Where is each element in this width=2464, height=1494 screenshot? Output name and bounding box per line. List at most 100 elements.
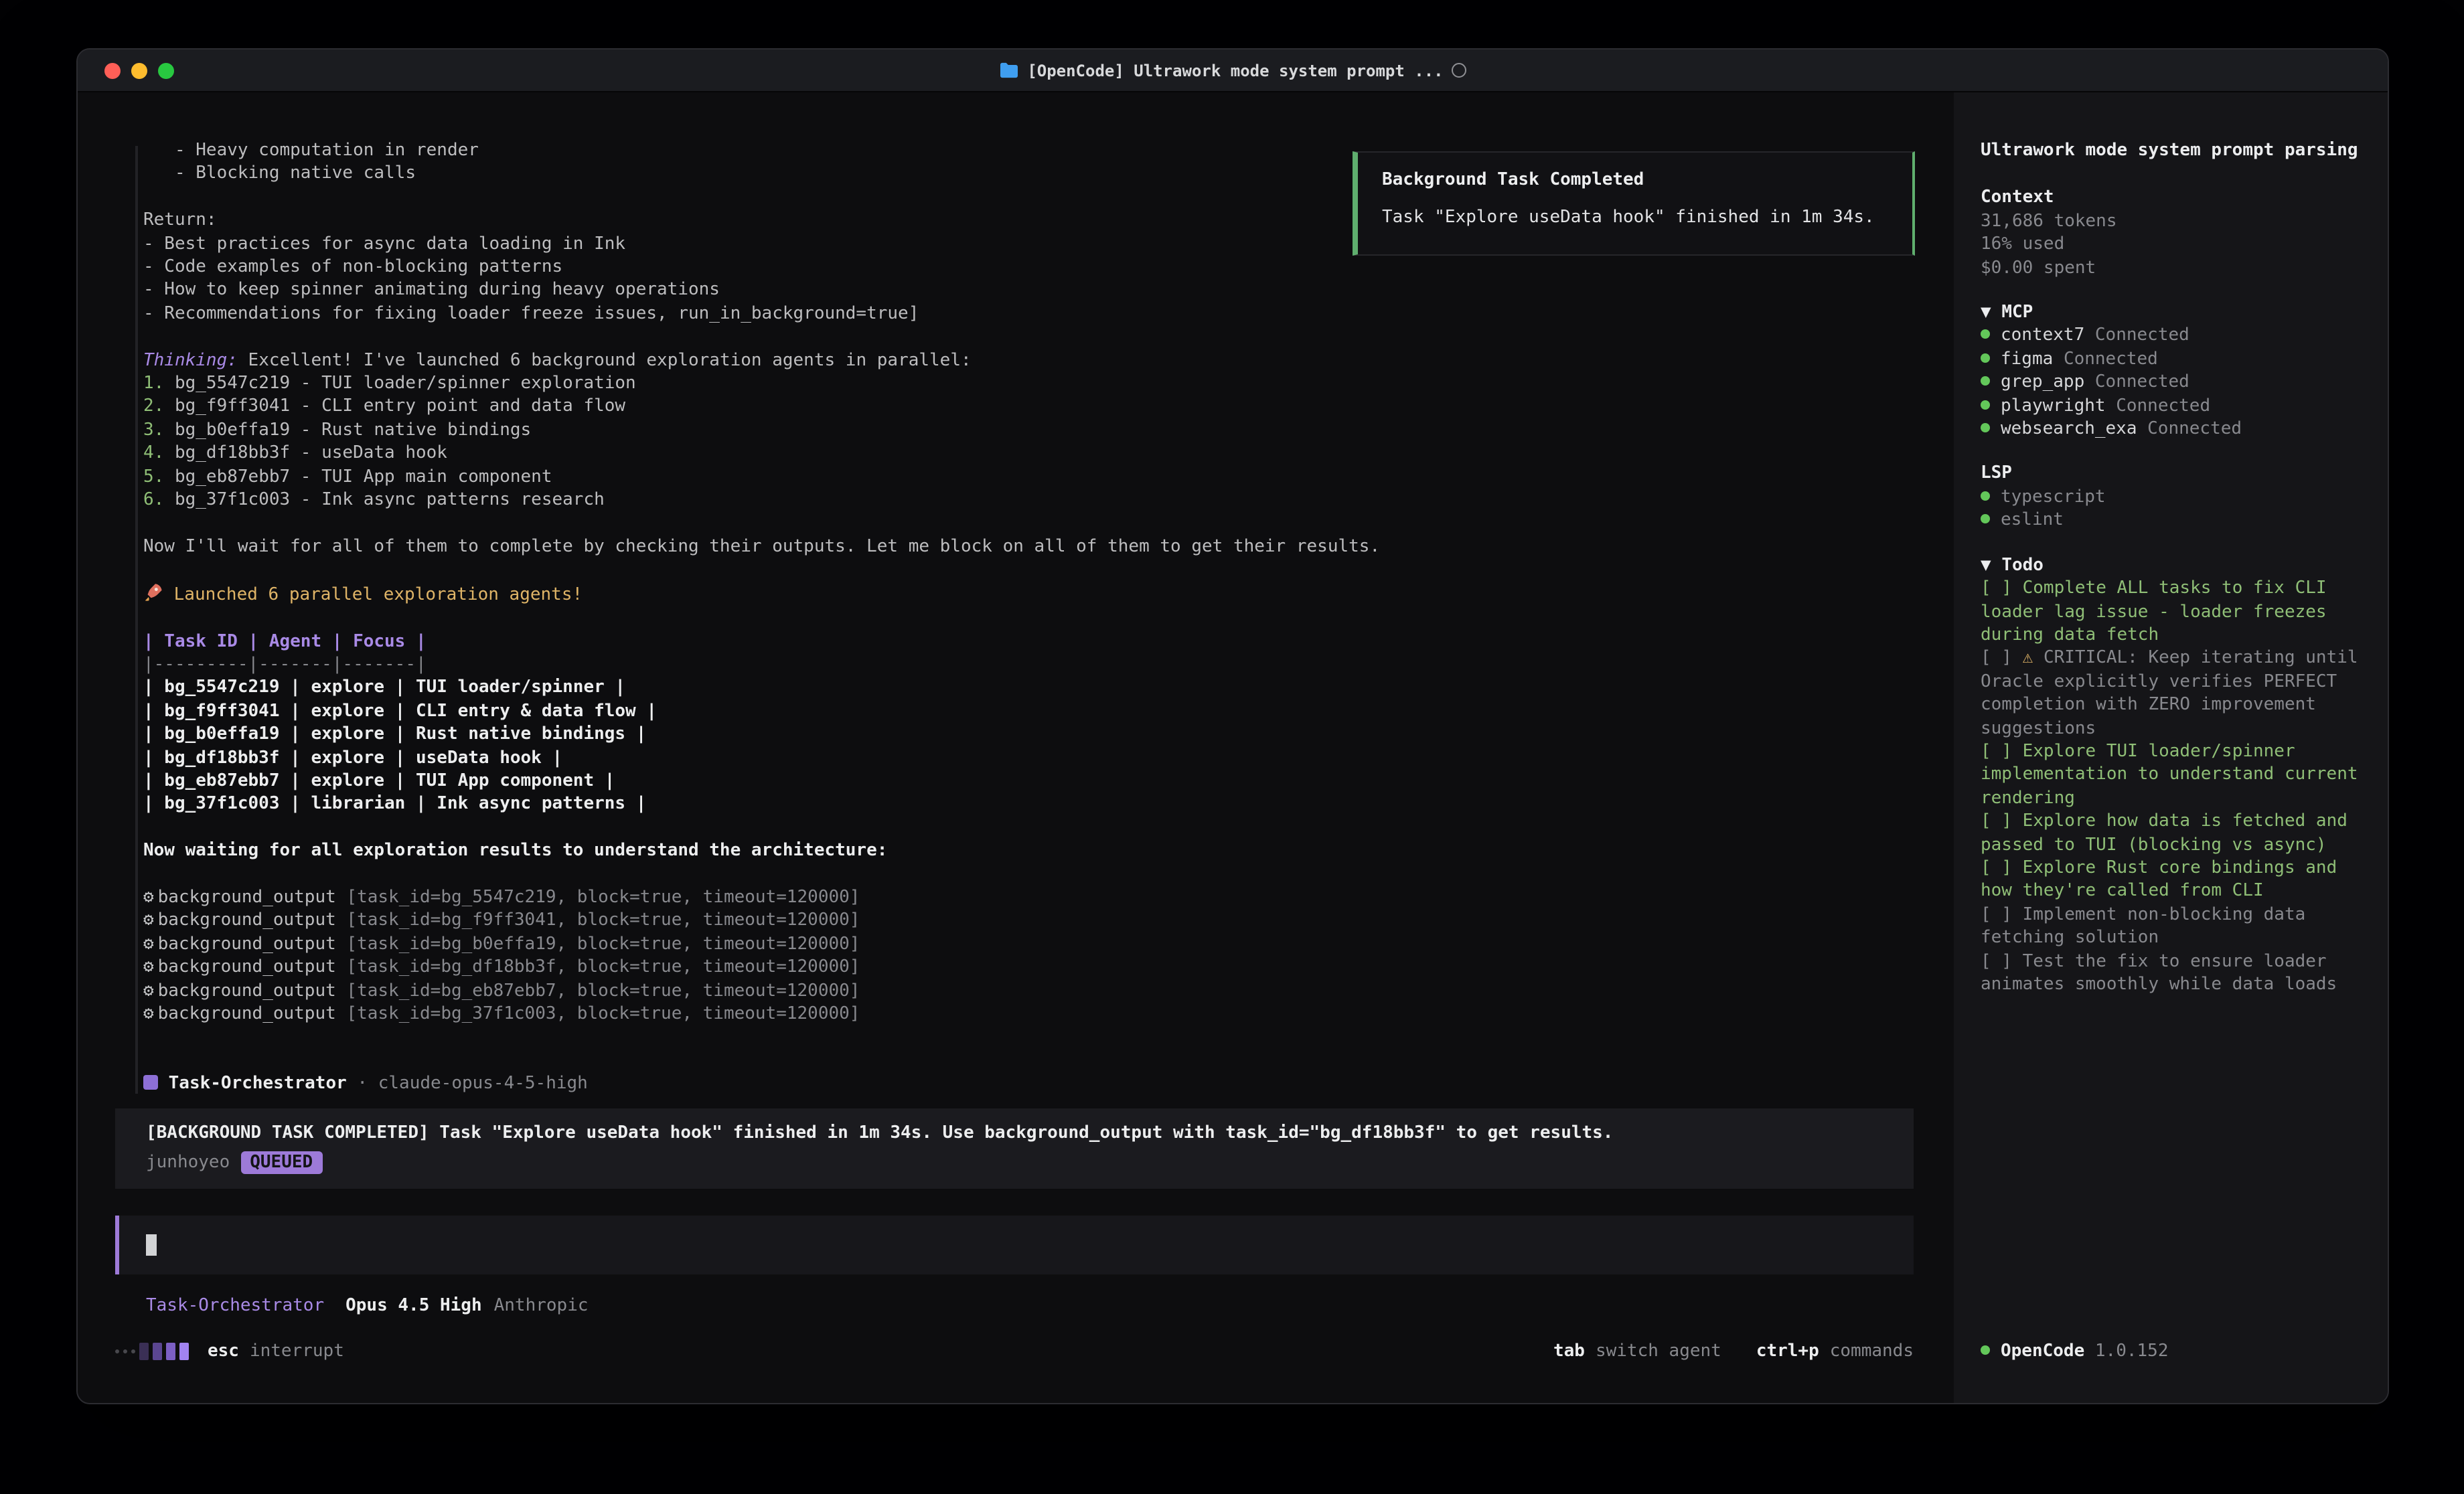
- terminal-line: - How to keep spinner animating during h…: [143, 279, 1954, 303]
- todo-item[interactable]: [ ] Explore TUI loader/spinner implement…: [1981, 740, 2364, 810]
- zoom-button[interactable]: [158, 62, 174, 78]
- todo-checkbox: [ ]: [1981, 811, 2023, 831]
- todo-text: Explore TUI loader/spinner implementatio…: [1981, 742, 2358, 809]
- terminal-line: [143, 606, 1954, 630]
- progress-spinner: [115, 1343, 189, 1360]
- collapse-icon[interactable]: ▼: [1981, 555, 1991, 575]
- todo-item[interactable]: [ ] Explore how data is fetched and pass…: [1981, 810, 2364, 857]
- todo-item[interactable]: [ ] Explore Rust core bindings and how t…: [1981, 857, 2364, 904]
- connected-dot-icon: [1981, 330, 1990, 339]
- rocket-icon: [143, 582, 163, 606]
- provider-name: Anthropic: [494, 1297, 589, 1317]
- collapse-icon[interactable]: ▼: [1981, 303, 1991, 323]
- terminal-line: [143, 559, 1954, 582]
- folder-icon: [999, 62, 1019, 79]
- prompt-input[interactable]: [115, 1216, 1914, 1275]
- gear-icon: ⚙: [143, 1003, 154, 1026]
- todo-checkbox: [ ]: [1981, 905, 2023, 925]
- session-title: Ultrawork mode system prompt parsing: [1981, 139, 2364, 163]
- terminal-line: 3. bg_b0effa19 - Rust native bindings: [143, 419, 1954, 442]
- context-used: 16% used: [1981, 233, 2364, 256]
- terminal-line: ⚙background_output [task_id=bg_b0effa19,…: [143, 933, 1954, 957]
- terminal-line: 6. bg_37f1c003 - Ink async patterns rese…: [143, 489, 1954, 512]
- desktop: [OpenCode] Ultrawork mode system prompt …: [0, 0, 2464, 1494]
- terminal-output: - Heavy computation in render - Blocking…: [115, 139, 1954, 1096]
- terminal-line: Thinking: Excellent! I've launched 6 bac…: [143, 349, 1954, 372]
- window-titlebar[interactable]: [OpenCode] Ultrawork mode system prompt …: [78, 50, 2388, 92]
- terminal-line: - Recommendations for fixing loader free…: [143, 303, 1954, 326]
- text-cursor: [146, 1234, 157, 1256]
- todo-heading[interactable]: ▼ Todo: [1981, 554, 2364, 577]
- lsp-item: eslint: [1981, 509, 2364, 533]
- agent-name[interactable]: Task-Orchestrator: [146, 1297, 324, 1317]
- connected-dot-icon: [1981, 377, 1990, 386]
- todo-item[interactable]: [ ] Implement non-blocking data fetching…: [1981, 904, 2364, 950]
- todo-text: Explore Rust core bindings and how they'…: [1981, 858, 2337, 902]
- mcp-list: context7 Connectedfigma Connectedgrep_ap…: [1981, 325, 2364, 441]
- lsp-list: typescripteslint: [1981, 486, 2364, 533]
- todo-checkbox: [ ]: [1981, 578, 2023, 598]
- terminal-line: [143, 512, 1954, 535]
- context-section: Context 31,686 tokens 16% used $0.00 spe…: [1981, 187, 2364, 280]
- todo-checkbox: [ ]: [1981, 951, 2023, 971]
- tab-key[interactable]: tab: [1553, 1339, 1585, 1363]
- esc-key[interactable]: esc: [208, 1339, 239, 1363]
- terminal-line: | bg_37f1c003 | librarian | Ink async pa…: [143, 793, 1954, 817]
- terminal-line: | bg_eb87ebb7 | explore | TUI App compon…: [143, 770, 1954, 793]
- connected-dot-icon: [1981, 400, 1990, 409]
- status-dot-icon: [1981, 1345, 1990, 1354]
- terminal-line: [143, 1050, 1954, 1073]
- ctrlp-key[interactable]: ctrl+p: [1756, 1339, 1819, 1363]
- window-title-area: [OpenCode] Ultrawork mode system prompt …: [78, 50, 2388, 91]
- background-task-banner: [BACKGROUND TASK COMPLETED] Task "Explor…: [115, 1108, 1914, 1189]
- terminal-line: | bg_b0effa19 | explore | Rust native bi…: [143, 723, 1954, 746]
- todo-item[interactable]: [ ] Test the fix to ensure loader animat…: [1981, 950, 2364, 997]
- close-button[interactable]: [104, 62, 121, 78]
- terminal-line: ⚙background_output [task_id=bg_df18bb3f,…: [143, 956, 1954, 979]
- connected-dot-icon: [1981, 515, 1990, 524]
- traffic-lights: [78, 62, 174, 78]
- todo-item[interactable]: [ ] ⚠ CRITICAL: Keep iterating until Ora…: [1981, 647, 2364, 740]
- terminal-line: 5. bg_eb87ebb7 - TUI App main component: [143, 465, 1954, 489]
- terminal-line: |---------|-------|-------|: [143, 653, 1954, 677]
- esc-label: interrupt: [250, 1339, 344, 1363]
- todo-list: [ ] Complete ALL tasks to fix CLI loader…: [1981, 577, 2364, 997]
- connected-dot-icon: [1981, 423, 1990, 432]
- todo-text: Test the fix to ensure loader animates s…: [1981, 951, 2337, 995]
- notification-title: Background Task Completed: [1382, 170, 1888, 190]
- minimize-button[interactable]: [131, 62, 147, 78]
- notification-toast[interactable]: Background Task Completed Task "Explore …: [1353, 151, 1915, 256]
- notification-message: Task "Explore useData hook" finished in …: [1382, 208, 1888, 228]
- terminal-line: 2. bg_f9ff3041 - CLI entry point and dat…: [143, 396, 1954, 419]
- mcp-item: grep_app Connected: [1981, 371, 2364, 395]
- terminal-line: Now I'll wait for all of them to complet…: [143, 535, 1954, 559]
- banner-text: [BACKGROUND TASK COMPLETED] Task "Explor…: [146, 1121, 1883, 1145]
- terminal-line: 1. bg_5547c219 - TUI loader/spinner expl…: [143, 372, 1954, 396]
- terminal-line: ⚙background_output [task_id=bg_37f1c003,…: [143, 1003, 1954, 1026]
- terminal-line: ⚙background_output [task_id=bg_f9ff3041,…: [143, 910, 1954, 933]
- connected-dot-icon: [1981, 353, 1990, 363]
- app-name: OpenCode: [2001, 1341, 2084, 1361]
- terminal-line: 4. bg_df18bb3f - useData hook: [143, 442, 1954, 466]
- gear-icon: ⚙: [143, 956, 154, 979]
- mcp-item: figma Connected: [1981, 348, 2364, 371]
- todo-item[interactable]: [ ] Complete ALL tasks to fix CLI loader…: [1981, 577, 2364, 647]
- banner-meta: junhoyeo QUEUED: [146, 1151, 1883, 1175]
- connected-dot-icon: [1981, 491, 1990, 501]
- terminal-line: - Code examples of non-blocking patterns: [143, 256, 1954, 279]
- terminal-line: Task-Orchestrator · claude-opus-4-5-high: [143, 1073, 1954, 1096]
- agent-icon: [143, 1073, 158, 1096]
- window-body: - Heavy computation in render - Blocking…: [78, 92, 2388, 1403]
- gear-icon: ⚙: [143, 933, 154, 957]
- agent-bar: Task-OrchestratorOpus 4.5 HighAnthropic: [115, 1295, 1954, 1319]
- todo-section: ▼ Todo [ ] Complete ALL tasks to fix CLI…: [1981, 554, 2364, 996]
- banner-user: junhoyeo: [146, 1153, 230, 1173]
- terminal-line: Now waiting for all exploration results …: [143, 839, 1954, 863]
- conversation-pane[interactable]: - Heavy computation in render - Blocking…: [78, 92, 1954, 1403]
- terminal-line: | bg_df18bb3f | explore | useData hook |: [143, 746, 1954, 770]
- terminal-line: [143, 817, 1954, 840]
- terminal-window: [OpenCode] Ultrawork mode system prompt …: [76, 48, 2389, 1404]
- mcp-heading[interactable]: ▼ MCP: [1981, 301, 2364, 325]
- queued-badge: QUEUED: [240, 1151, 322, 1175]
- todo-text: Complete ALL tasks to fix CLI loader lag…: [1981, 578, 2327, 645]
